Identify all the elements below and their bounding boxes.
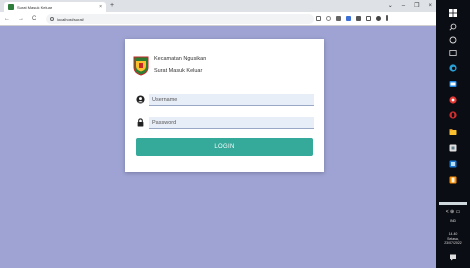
extension-icon-1[interactable] <box>336 15 341 21</box>
system-tray-icons[interactable]: < ⊕ ▭ <box>436 210 470 215</box>
tab-title: Surat Masuk Keluar <box>17 4 53 10</box>
app-name: Surat Masuk Keluar <box>154 68 203 74</box>
page-background: Kecamatan Ngusikan Surat Masuk Keluar Us… <box>0 27 436 268</box>
address-url: localhost/surat/ <box>57 16 84 22</box>
site-info-icon[interactable] <box>50 17 54 21</box>
username-input[interactable]: Username <box>149 94 314 106</box>
close-window-button[interactable]: × <box>428 1 432 11</box>
address-bar[interactable]: localhost/surat/ <box>46 14 314 24</box>
browser-tab[interactable]: Surat Masuk Keluar × <box>4 2 106 12</box>
clock-date: 23/07/2022 <box>444 241 462 245</box>
password-placeholder: Password <box>152 120 177 126</box>
login-button-label: LOGIN <box>214 144 235 150</box>
search-icon[interactable] <box>449 23 457 31</box>
nav-buttons: ← → C <box>4 14 36 24</box>
extension-icons <box>316 15 388 21</box>
cortana-icon[interactable] <box>449 36 457 44</box>
tab-search-icon[interactable]: ⌄ <box>388 1 393 11</box>
window-controls: ⌄ – ❐ × <box>388 1 432 11</box>
password-input[interactable]: Password <box>149 117 314 129</box>
browser-tab-strip: Surat Masuk Keluar × + ⌄ – ❐ × <box>0 0 436 12</box>
username-placeholder: Username <box>152 97 178 103</box>
edge-app-icon[interactable] <box>449 64 457 72</box>
minimize-button[interactable]: – <box>402 1 405 11</box>
file-explorer-icon[interactable] <box>449 128 457 136</box>
share-icon[interactable] <box>316 15 321 21</box>
opera-app-icon[interactable] <box>449 111 457 119</box>
reload-button[interactable]: C <box>32 14 36 24</box>
extension-icon-2[interactable] <box>346 15 351 21</box>
tab-favicon-icon <box>8 4 14 10</box>
password-field: Password <box>136 117 314 129</box>
lock-icon <box>137 118 144 127</box>
extension-icon-3[interactable] <box>356 15 361 21</box>
login-card: Kecamatan Ngusikan Surat Masuk Keluar Us… <box>125 39 324 172</box>
back-button[interactable]: ← <box>4 14 10 24</box>
forward-button[interactable]: → <box>18 14 24 24</box>
org-name: Kecamatan Ngusikan <box>154 56 207 62</box>
tab-close-icon[interactable]: × <box>99 4 102 10</box>
windows-start-icon[interactable] <box>449 9 457 17</box>
username-field: Username <box>136 94 314 106</box>
profile-avatar-icon[interactable] <box>376 15 381 21</box>
menu-kebab-icon[interactable] <box>386 15 388 21</box>
user-icon <box>136 95 145 104</box>
bookmark-star-icon[interactable] <box>326 15 331 21</box>
taskbar: < ⊕ ▭ IND 14.40 Selasa, 23/07/2022 <box>436 0 470 268</box>
screen: Surat Masuk Keluar × + ⌄ – ❐ × ← → C loc… <box>0 0 470 268</box>
chrome-app-icon[interactable] <box>449 96 457 104</box>
app-icon-orange[interactable] <box>449 176 457 184</box>
maximize-button[interactable]: ❐ <box>414 1 419 11</box>
sidebar-icon[interactable] <box>366 15 371 21</box>
task-view-icon[interactable] <box>449 49 457 57</box>
browser-toolbar: ← → C localhost/surat/ <box>0 12 436 26</box>
app-icon-blue[interactable] <box>449 160 457 168</box>
taskbar-scrollbar[interactable] <box>439 202 467 205</box>
clock-time[interactable]: 14.40 <box>436 232 470 236</box>
language-indicator[interactable]: IND <box>436 219 470 223</box>
notification-icon[interactable] <box>449 253 457 261</box>
new-tab-button[interactable]: + <box>110 2 114 10</box>
logo-emblem <box>133 56 149 76</box>
app-icon-gray[interactable] <box>449 144 457 152</box>
mail-app-icon[interactable] <box>449 80 457 88</box>
login-button[interactable]: LOGIN <box>136 138 313 156</box>
